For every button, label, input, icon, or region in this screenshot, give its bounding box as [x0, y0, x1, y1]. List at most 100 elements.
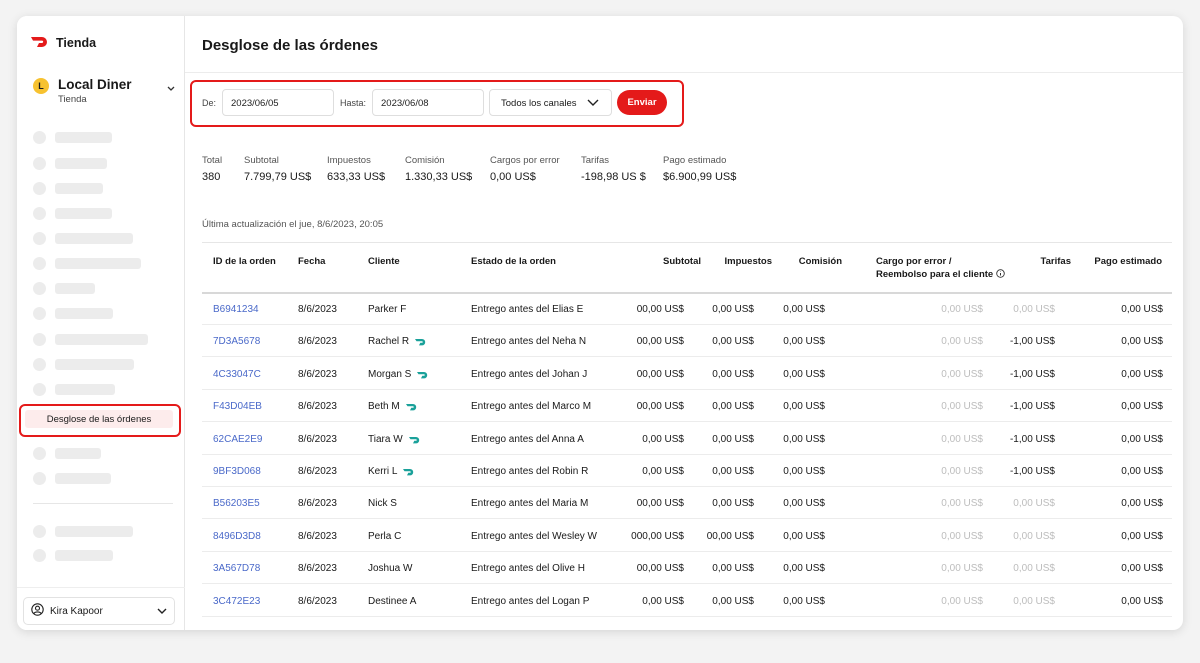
fees-value: 0,00 US$ — [1013, 563, 1055, 575]
commission-value: 0,00 US$ — [783, 336, 825, 348]
header-line: Cargo por error / — [876, 256, 952, 267]
customer-name: Beth M — [368, 401, 400, 413]
customer-cell: Rachel R — [368, 336, 428, 349]
placeholder-icon — [33, 131, 46, 144]
column-header-fees[interactable]: Tarifas — [1015, 255, 1071, 268]
commission-value: 0,00 US$ — [783, 498, 825, 510]
fees-value: -1,00 US$ — [1009, 401, 1055, 413]
fees-value: -1,00 US$ — [1009, 368, 1055, 380]
summary-label: Subtotal — [244, 155, 279, 166]
order-id-link[interactable]: 4C33047C — [213, 369, 261, 380]
placeholder-icon — [33, 333, 46, 346]
order-id-link[interactable]: B56203E5 — [213, 498, 260, 509]
dasher-delivery-icon — [416, 370, 430, 382]
table-row[interactable]: 8496D3D8 8/6/2023 Perla C Entrego antes del… — [202, 520, 1172, 552]
column-header-subtotal[interactable]: Subtotal — [635, 255, 701, 268]
payout-value: 0,00 US$ — [1121, 304, 1163, 315]
table-row[interactable]: 3C472E23 8/6/2023 Destinee A Entrego antes … — [202, 585, 1172, 617]
customer-cell: Beth M — [368, 401, 419, 414]
summary-value: 380 — [202, 171, 221, 183]
table-row[interactable]: B6941234 8/6/2023 Parker F Entrego antes de… — [202, 293, 1172, 325]
table-row[interactable]: 9BF3D068 8/6/2023 Kerri L Entrego antes del… — [202, 455, 1172, 487]
summary-value: 1.330,33 US$ — [405, 171, 473, 183]
chevron-down-icon — [157, 607, 167, 618]
payout-value: 0,00 US$ — [1121, 433, 1163, 445]
column-header-date[interactable]: Fecha — [298, 255, 325, 268]
fees-value: 0,00 US$ — [1013, 304, 1055, 315]
column-header-taxes[interactable]: Impuestos — [705, 255, 772, 268]
commission-value: 0,00 US$ — [783, 466, 825, 477]
divider — [202, 242, 1172, 243]
commission-value: 0,00 US$ — [783, 304, 825, 315]
order-date: 8/6/2023 — [298, 530, 337, 542]
order-date: 8/6/2023 — [298, 433, 337, 445]
table-row[interactable]: 62CAE2E9 8/6/2023 Tiara W Entrego antes del… — [202, 423, 1172, 455]
table-row[interactable]: B56203E5 8/6/2023 Nick S Entrego antes del … — [202, 487, 1172, 520]
order-id-link[interactable]: 9BF3D068 — [213, 466, 261, 477]
customer-name: Destinee A — [368, 595, 417, 607]
chevron-down-icon — [167, 79, 175, 97]
column-header-order-id[interactable]: ID de la orden — [213, 255, 276, 268]
order-date: 8/6/2023 — [298, 466, 337, 477]
placeholder-icon — [33, 307, 46, 320]
order-id-link[interactable]: 7D3A5678 — [213, 336, 260, 347]
divider — [33, 503, 173, 504]
commission-value: 0,00 US$ — [783, 563, 825, 575]
divider — [17, 587, 185, 588]
placeholder-label — [55, 258, 141, 269]
order-id-link[interactable]: 3A567D78 — [213, 563, 260, 574]
info-icon[interactable] — [996, 269, 1005, 282]
column-header-error-refund[interactable]: Cargo por error / Reembolso para el clie… — [876, 255, 1005, 282]
column-header-payout[interactable]: Pago estimado — [1085, 255, 1162, 268]
column-header-commission[interactable]: Comisión — [785, 255, 842, 268]
order-id-link[interactable]: B6941234 — [213, 304, 259, 315]
order-date: 8/6/2023 — [298, 563, 337, 575]
placeholder-label — [55, 132, 112, 143]
summary-value: -198,98 US $ — [581, 171, 646, 183]
customer-cell: Kerri L — [368, 466, 416, 479]
table-row[interactable]: 4C33047C 8/6/2023 Morgan S Entrego antes de… — [202, 358, 1172, 390]
order-id-link[interactable]: F43D04EB — [213, 401, 262, 412]
order-id-link[interactable]: 8496D3D8 — [213, 531, 261, 542]
divider — [185, 72, 1183, 73]
summary-value: $6.900,99 US$ — [663, 171, 737, 183]
order-id-link[interactable]: 3C472E23 — [213, 596, 260, 607]
column-header-status[interactable]: Estado de la orden — [471, 255, 556, 268]
placeholder-icon — [33, 182, 46, 195]
placeholder-label — [55, 359, 134, 370]
user-menu[interactable]: Kira Kapoor — [23, 597, 175, 625]
commission-value: 0,00 US$ — [783, 368, 825, 380]
customer-cell: Tiara W — [368, 434, 422, 447]
commission-value: 0,00 US$ — [783, 595, 825, 607]
customer-name: Joshua W — [368, 563, 413, 575]
highlight-outline — [190, 80, 684, 127]
dasher-delivery-icon — [408, 435, 422, 447]
customer-name: Kerri L — [368, 466, 398, 477]
order-date: 8/6/2023 — [298, 336, 337, 348]
placeholder-label — [55, 473, 111, 484]
fees-value: -1,00 US$ — [1009, 433, 1055, 445]
column-header-customer[interactable]: Cliente — [368, 255, 400, 268]
payout-value: 0,00 US$ — [1121, 530, 1163, 542]
table-row[interactable]: F43D04EB 8/6/2023 Beth M Entrego antes del … — [202, 390, 1172, 423]
summary-label: Pago estimado — [663, 155, 727, 166]
main-content: Desglose de las órdenes De: 2023/06/05 H… — [185, 16, 1183, 630]
placeholder-label — [55, 308, 113, 319]
placeholder-label — [55, 158, 107, 169]
placeholder-icon — [33, 525, 46, 538]
customer-name: Rachel R — [368, 336, 410, 348]
customer-name: Perla C — [368, 530, 402, 542]
payout-value: 0,00 US$ — [1121, 401, 1163, 413]
dasher-delivery-icon — [402, 467, 416, 479]
order-date: 8/6/2023 — [298, 595, 337, 607]
fees-value: 0,00 US$ — [1013, 498, 1055, 510]
table-row[interactable]: 3A567D78 8/6/2023 Joshua W Entrego antes de… — [202, 552, 1172, 585]
placeholder-icon — [33, 207, 46, 220]
placeholder-icon — [33, 232, 46, 245]
order-id-link[interactable]: 62CAE2E9 — [213, 434, 262, 445]
placeholder-icon — [33, 472, 46, 485]
commission-value: 0,00 US$ — [783, 530, 825, 542]
table-row[interactable]: 7D3A5678 8/6/2023 Rachel R Entrego antes de… — [202, 325, 1172, 358]
page-title: Desglose de las órdenes — [202, 37, 378, 54]
brand[interactable]: Tienda — [30, 34, 96, 52]
